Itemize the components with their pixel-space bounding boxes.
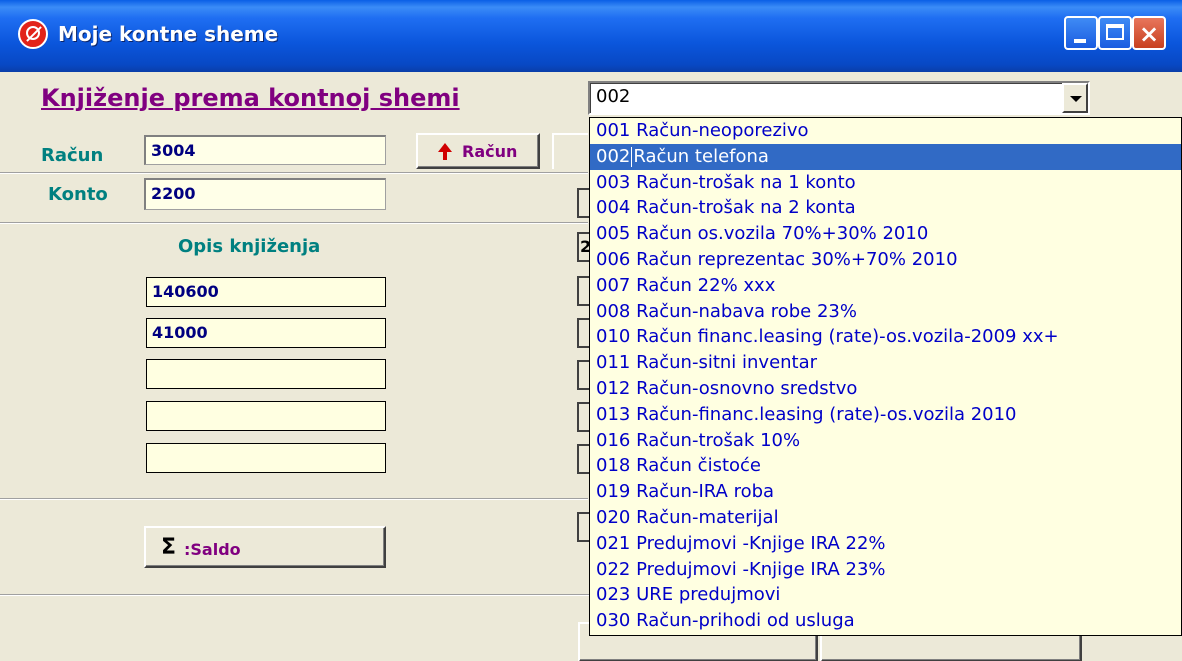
window-title: Moje kontne sheme: [58, 22, 279, 46]
minimize-button[interactable]: [1064, 16, 1098, 50]
scheme-option[interactable]: 011 Račun-sitni inventar: [590, 350, 1181, 376]
scheme-option-code: 023: [596, 584, 631, 606]
scheme-option[interactable]: 022 Predujmovi -Knjige IRA 23%: [590, 557, 1181, 583]
scheme-option-code: 001: [596, 120, 631, 141]
scheme-option[interactable]: 016 Račun-trošak 10%: [590, 428, 1181, 454]
scheme-option-name: Račun-trošak na 2 konta: [636, 197, 856, 219]
scheme-option-code: 010: [596, 326, 631, 348]
close-button[interactable]: ×: [1132, 16, 1166, 50]
opis-field-1[interactable]: 140600: [146, 277, 386, 307]
scheme-option[interactable]: 023 URE predujmovi: [590, 582, 1181, 608]
scheme-option-name: Račun financ.leasing (rate)-os.vozila-20…: [636, 326, 1059, 348]
scheme-option-code: 020: [596, 506, 631, 528]
scheme-select-value: 002: [596, 86, 631, 107]
title-bar[interactable]: Moje kontne sheme ×: [0, 0, 1182, 72]
scheme-option-code: 021: [596, 532, 631, 554]
opis-field-5[interactable]: [146, 443, 386, 473]
opis-field-2[interactable]: 41000: [146, 318, 386, 348]
scheme-option-code: 013: [596, 403, 631, 425]
scheme-option[interactable]: 006 Račun reprezentac 30%+70% 2010: [590, 247, 1181, 273]
scheme-select[interactable]: 002: [588, 81, 1090, 115]
scheme-option-code: 018: [596, 455, 631, 477]
saldo-button[interactable]: Σ :Saldo: [144, 526, 386, 568]
sigma-icon: Σ: [161, 535, 177, 560]
racun-field[interactable]: 3004: [144, 135, 386, 165]
scheme-option[interactable]: 007 Račun 22% xxx: [590, 273, 1181, 299]
scheme-option-code: 030: [596, 610, 631, 632]
scheme-option-code: 016: [596, 429, 631, 451]
scheme-option[interactable]: 001 Račun-neoporezivo: [590, 118, 1181, 144]
konto-label: Konto: [48, 184, 108, 205]
scheme-option-name: Račun-prihodi od usluga: [636, 610, 855, 632]
scheme-option-name: Račun-financ.leasing (rate)-os.vozila 20…: [636, 403, 1017, 425]
scheme-option-name: Račun-nabava robe 23%: [636, 300, 857, 322]
scheme-option-name: Račun-osnovno sredstvo: [636, 377, 858, 399]
scheme-option-name: Račun-materijal: [636, 506, 779, 528]
close-icon: ×: [1138, 20, 1160, 48]
app-logo-icon: [18, 19, 48, 49]
scheme-option-name: Račun-neoporezivo: [636, 120, 809, 141]
scheme-option-name: Račun-sitni inventar: [636, 352, 818, 374]
scheme-option-code: 022: [596, 558, 631, 580]
scheme-option-code: 005: [596, 223, 631, 245]
scheme-option[interactable]: 003 Račun-trošak na 1 konto: [590, 170, 1181, 196]
scheme-option-name: Račun os.vozila 70%+30% 2010: [636, 223, 929, 245]
scheme-option[interactable]: 020 Račun-materijal: [590, 505, 1181, 531]
divider: [0, 222, 588, 224]
scheme-option[interactable]: 012 Račun-osnovno sredstvo: [590, 376, 1181, 402]
scheme-option[interactable]: 008 Račun-nabava robe 23%: [590, 299, 1181, 325]
scheme-option-code: 007: [596, 274, 631, 296]
opis-field-4[interactable]: [146, 401, 386, 431]
scheme-option[interactable]: 010 Račun financ.leasing (rate)-os.vozil…: [590, 324, 1181, 350]
scheme-option-name: Račun telefona: [633, 145, 769, 167]
scheme-option-code: 003: [596, 171, 631, 193]
scheme-option-name: Račun 22% xxx: [636, 274, 776, 296]
scheme-option-name: URE predujmovi: [636, 584, 781, 606]
divider: [0, 498, 588, 500]
scheme-option[interactable]: 013 Račun-financ.leasing (rate)-os.vozil…: [590, 402, 1181, 428]
divider: [0, 172, 588, 174]
scheme-option[interactable]: 005 Račun os.vozila 70%+30% 2010: [590, 221, 1181, 247]
main-window: Moje kontne sheme × Knjiženje prema kont…: [0, 0, 1182, 661]
hidden-button-edge[interactable]: [552, 133, 588, 169]
opis-field-3[interactable]: [146, 359, 386, 389]
scheme-option-name: Predujmovi -Knjige IRA 22%: [636, 532, 886, 554]
saldo-label: :Saldo: [184, 540, 241, 559]
scheme-dropdown-list[interactable]: 001 Račun-neoporezivo 002 Račun telefona 00…: [589, 117, 1182, 636]
scheme-option[interactable]: 030 Račun-prihodi od usluga: [590, 608, 1181, 634]
scheme-option[interactable]: 004 Račun-trošak na 2 konta: [590, 195, 1181, 221]
scheme-option-code: 012: [596, 377, 631, 399]
scheme-option-name: Račun-trošak na 1 konto: [636, 171, 856, 193]
scheme-option-code: 006: [596, 248, 631, 270]
scheme-option-name: Račun-IRA roba: [636, 481, 775, 503]
page-heading: Knjiženje prema kontnoj shemi: [41, 84, 460, 112]
scheme-option-name: Račun čistoće: [636, 455, 761, 477]
racun-button-label: Račun: [462, 142, 518, 161]
chevron-down-icon[interactable]: [1062, 83, 1088, 113]
scheme-option-name: Predujmovi -Knjige IRA 23%: [636, 558, 886, 580]
opis-knjizenja-label: Opis knjiženja: [178, 236, 321, 257]
scheme-option-name: Račun reprezentac 30%+70% 2010: [636, 248, 958, 270]
scheme-option-code: 002: [596, 145, 631, 167]
scheme-option[interactable]: 021 Predujmovi -Knjige IRA 22%: [590, 531, 1181, 557]
racun-up-button[interactable]: Račun: [416, 133, 540, 169]
scheme-option-code: 004: [596, 197, 631, 219]
scheme-option-code: 008: [596, 300, 631, 322]
scheme-option-name: Račun-trošak 10%: [636, 429, 801, 451]
scheme-option[interactable]: 002 Račun telefona: [590, 143, 1181, 170]
maximize-button[interactable]: [1098, 16, 1132, 50]
scheme-option-code: 011: [596, 352, 631, 374]
scheme-option[interactable]: 018 Račun čistoće: [590, 453, 1181, 479]
scheme-option[interactable]: 019 Račun-IRA roba: [590, 479, 1181, 505]
racun-label: Račun: [41, 145, 104, 166]
konto-field[interactable]: 2200: [144, 178, 386, 210]
scheme-option-code: 019: [596, 481, 631, 503]
